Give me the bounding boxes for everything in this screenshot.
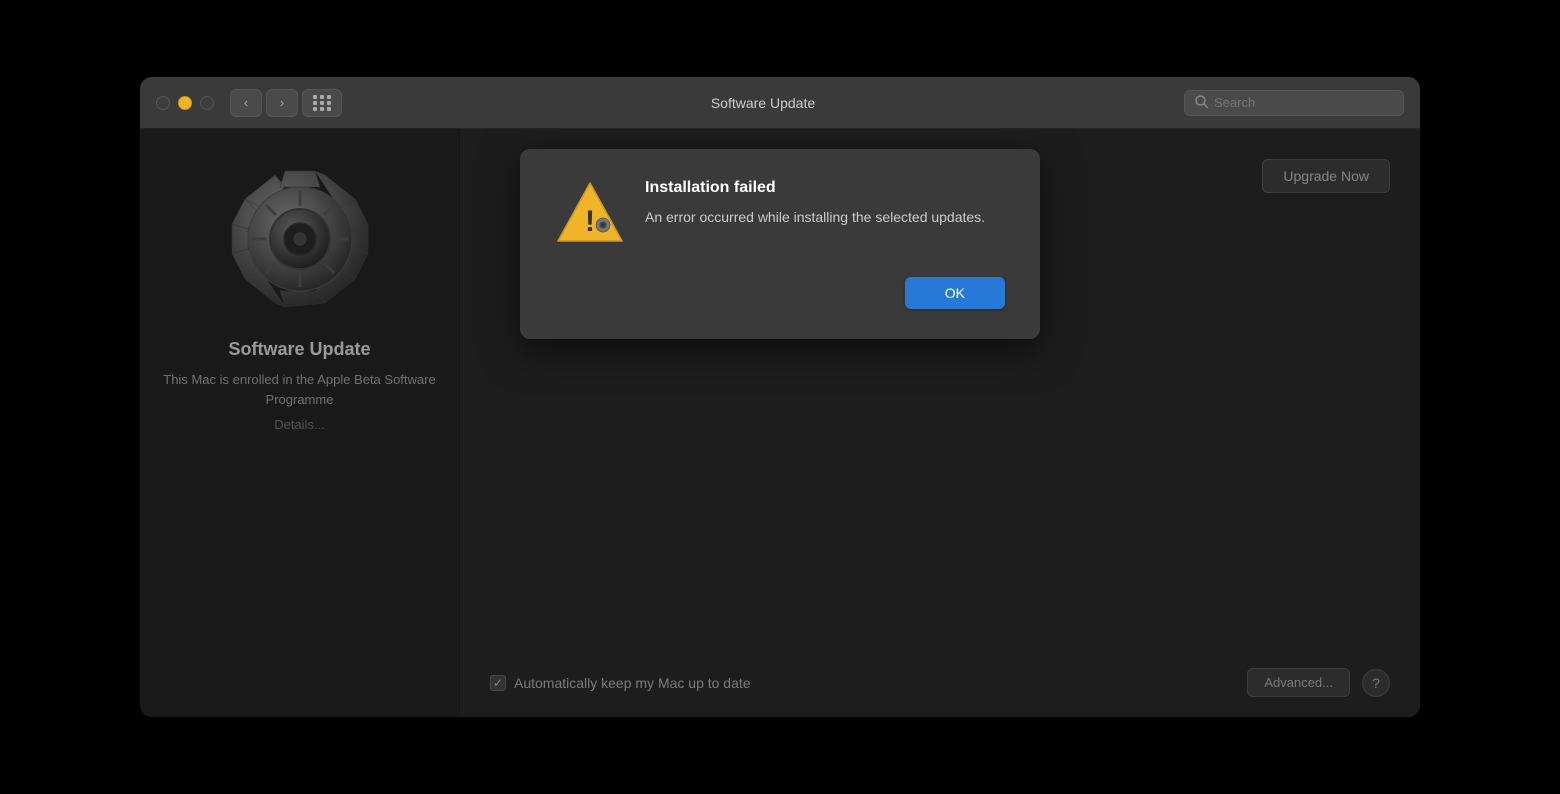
titlebar: ‹ › Software Update [140, 77, 1420, 129]
search-icon [1195, 95, 1208, 111]
modal-title: Installation failed [645, 179, 1005, 197]
minimize-button[interactable] [178, 96, 192, 110]
installation-failed-dialog: ! Installation failed An error occurred … [520, 149, 1040, 339]
close-button[interactable] [156, 96, 170, 110]
modal-footer: OK [555, 277, 1005, 309]
grid-icon [313, 95, 332, 111]
main-content: Software Update This Mac is enrolled in … [140, 129, 1420, 717]
search-bar[interactable] [1184, 90, 1404, 116]
modal-overlay: ! Installation failed An error occurred … [140, 129, 1420, 717]
modal-body: ! Installation failed An error occurred … [555, 179, 1005, 249]
traffic-lights [156, 96, 214, 110]
back-button[interactable]: ‹ [230, 89, 262, 117]
back-icon: ‹ [244, 95, 248, 110]
modal-message: An error occurred while installing the s… [645, 207, 1005, 228]
search-input[interactable] [1214, 95, 1393, 110]
window-title: Software Update [342, 95, 1184, 111]
ok-button[interactable]: OK [905, 277, 1005, 309]
grid-view-button[interactable] [302, 89, 342, 117]
forward-icon: › [280, 95, 284, 110]
forward-button[interactable]: › [266, 89, 298, 117]
svg-text:!: ! [585, 205, 595, 238]
nav-buttons: ‹ › [230, 89, 298, 117]
modal-warning-icon: ! [555, 179, 625, 249]
maximize-button[interactable] [200, 96, 214, 110]
main-window: ‹ › Software Update [140, 77, 1420, 717]
modal-text-area: Installation failed An error occurred wh… [645, 179, 1005, 249]
